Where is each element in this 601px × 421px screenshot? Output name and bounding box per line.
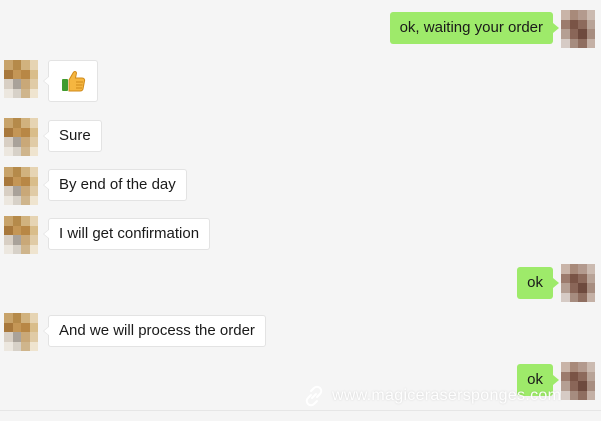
incoming-message-bubble[interactable]: By end of the day [43, 169, 187, 201]
contact-avatar-self[interactable] [561, 362, 595, 400]
message-row: I will get confirmation [0, 216, 601, 256]
contact-avatar[interactable] [4, 60, 38, 98]
contact-avatar[interactable] [4, 167, 38, 205]
contact-avatar-self[interactable] [561, 264, 595, 302]
incoming-message-bubble[interactable]: I will get confirmation [42, 218, 211, 250]
message-row [0, 60, 601, 102]
watermark: www.magicerasersponges.com [302, 382, 561, 410]
contact-avatar[interactable] [4, 118, 38, 156]
message-row: ok [0, 264, 601, 304]
outgoing-message-bubble[interactable]: ok, waiting your order [389, 12, 560, 44]
incoming-message-bubble[interactable]: And we will process the order [43, 315, 266, 347]
contact-avatar[interactable] [4, 216, 38, 254]
watermark-text: www.magicerasersponges.com [332, 387, 562, 404]
message-row: ok, waiting your order [0, 10, 601, 50]
message-row: By end of the day [0, 167, 601, 207]
divider [0, 410, 601, 411]
message-row: And we will process the order [0, 313, 601, 353]
thumbs-up-icon [62, 71, 86, 92]
chat-window: ok, waiting your order Sure By end of th… [0, 0, 601, 421]
message-row: Sure [0, 118, 601, 158]
outgoing-message-bubble[interactable]: ok [517, 267, 559, 299]
contact-avatar[interactable] [4, 313, 38, 351]
incoming-emoji-bubble[interactable] [43, 60, 98, 102]
link-icon [305, 385, 323, 407]
contact-avatar-self[interactable] [561, 10, 595, 48]
incoming-message-bubble[interactable]: Sure [43, 120, 102, 152]
